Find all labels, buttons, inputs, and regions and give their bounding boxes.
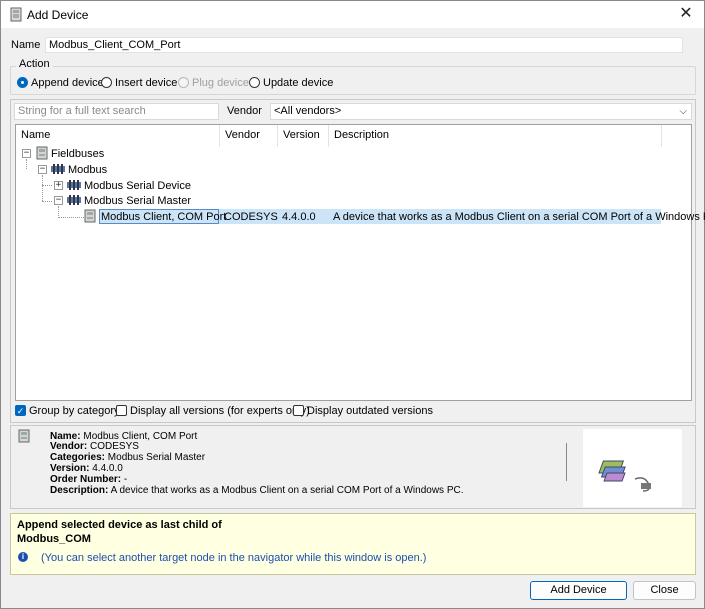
update-device-label[interactable]: Update device [263,77,333,89]
fieldbuses-icon [36,146,48,160]
window-title: Add Device [27,8,89,22]
tree-line [42,175,43,201]
column-header-name[interactable]: Name [16,125,220,147]
title-bar: Add Device ✕ [1,1,704,28]
column-header-vendor[interactable]: Vendor [220,125,278,147]
info-icon: i [18,552,28,562]
tree-line [26,159,27,169]
column-header-description[interactable]: Description [329,125,662,147]
add-device-dialog: Add Device ✕ Name Modbus_Client_COM_Port… [0,0,705,609]
note-target-node: Modbus_COM [17,533,91,545]
selected-vendor: CODESYS [224,211,278,223]
append-info-note: Append selected device as last child of … [10,513,696,575]
display-outdated-label[interactable]: Display outdated versions [307,405,433,417]
info-description: Description: A device that works as a Mo… [50,485,464,496]
tree-line [42,201,52,202]
info-order-number: Order Number: - [50,474,128,485]
tree-item-modbus-serial-device[interactable]: Modbus Serial Device [84,180,191,192]
append-device-radio[interactable] [17,77,28,88]
column-header-version[interactable]: Version [278,125,329,147]
close-button[interactable]: Close [633,581,696,600]
group-by-category-label[interactable]: Group by category [29,405,120,417]
group-by-category-checkbox[interactable]: ✓ [15,405,26,416]
close-icon: ✕ [679,5,693,22]
info-version: Version: 4.4.0.0 [50,463,123,474]
name-label: Name [11,39,41,51]
device-preview-image [583,429,682,507]
display-outdated-checkbox[interactable] [293,405,304,416]
note-line-1: Append selected device as last child of [17,519,222,531]
collapse-toggle[interactable]: − [22,149,31,158]
expand-toggle[interactable]: + [54,181,63,190]
bus-icon [67,180,81,190]
action-group [10,66,696,95]
tree-item-modbus[interactable]: Modbus [68,164,107,176]
device-icon [18,429,30,443]
tree-line [58,217,84,218]
action-legend: Action [16,58,53,70]
close-window-button[interactable]: ✕ [674,3,698,25]
append-device-label[interactable]: Append device [31,77,104,89]
device-icon [10,7,22,22]
bus-icon [51,164,65,174]
collapse-toggle[interactable]: − [54,196,63,205]
bus-icon [67,195,81,205]
device-image-icon [598,460,651,492]
tree-line [42,185,52,186]
note-hint: (You can select another target node in t… [41,552,427,564]
display-all-versions-checkbox[interactable] [116,405,127,416]
add-device-button[interactable]: Add Device [530,581,627,600]
plug-device-label: Plug device [192,77,249,89]
selected-description: A device that works as a Modbus Client o… [333,211,705,223]
plug-device-radio [178,77,189,88]
name-input[interactable]: Modbus_Client_COM_Port [45,37,683,53]
vendor-label: Vendor [227,105,262,117]
insert-device-label[interactable]: Insert device [115,77,177,89]
chevron-down-icon: ⌵ [679,106,687,117]
tree-item-fieldbuses[interactable]: Fieldbuses [51,148,104,160]
vendor-select[interactable]: <All vendors> ⌵ [270,103,692,120]
device-tree[interactable]: Name Vendor Version Description − Fieldb… [15,124,705,401]
selected-version: 4.4.0.0 [282,211,316,223]
vendor-selected-value: <All vendors> [274,105,342,117]
scroll-indicator [566,443,567,481]
collapse-toggle[interactable]: − [38,165,47,174]
tree-item-modbus-client-com-port[interactable]: Modbus Client, COM Port [101,211,226,223]
info-vendor: Vendor: CODESYS [50,441,139,452]
tree-item-modbus-serial-master[interactable]: Modbus Serial Master [84,195,191,207]
update-device-radio[interactable] [249,77,260,88]
info-categories: Categories: Modbus Serial Master [50,452,206,463]
search-input[interactable]: String for a full text search [14,103,219,120]
insert-device-radio[interactable] [101,77,112,88]
display-all-versions-label[interactable]: Display all versions (for experts only) [130,405,310,417]
device-icon [84,209,96,223]
